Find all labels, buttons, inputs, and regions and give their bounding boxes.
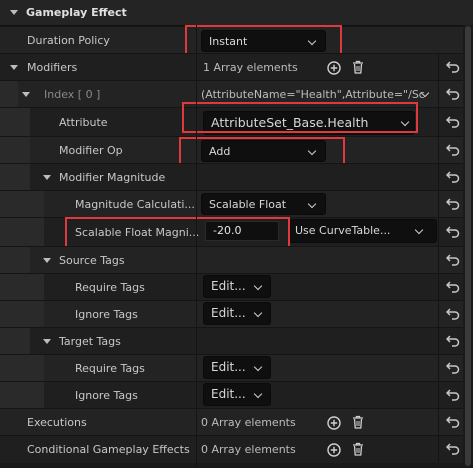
indent-guide: [0, 274, 44, 301]
source-require-label: Require Tags: [75, 281, 145, 294]
add-element-icon[interactable]: [327, 443, 341, 457]
source-tags-row: Source Tags: [0, 246, 463, 274]
target-ignore-label: Ignore Tags: [75, 389, 138, 402]
section-title: Gameplay Effect: [26, 6, 127, 19]
reset-column-divider: [438, 53, 439, 462]
index-label: Index [ 0 ]: [44, 88, 101, 101]
target-tags-label: Target Tags: [59, 335, 121, 348]
curve-table-dropdown[interactable]: Use CurveTable...: [289, 219, 437, 243]
reset-arrow-icon[interactable]: [446, 254, 460, 266]
modifier-magnitude-row: Modifier Magnitude: [0, 163, 463, 191]
add-element-icon[interactable]: [327, 61, 341, 75]
reset-arrow-icon[interactable]: [446, 88, 460, 100]
source-ignore-label: Ignore Tags: [75, 308, 138, 321]
indent-guide: [0, 218, 44, 247]
modifiers-row: Modifiers 1 Array elements: [0, 53, 463, 81]
source-tags-label: Source Tags: [59, 254, 125, 267]
source-require-edit-label: Edit...: [211, 279, 246, 293]
executions-count: 0 Array elements: [201, 416, 296, 429]
indent-guide: [0, 355, 44, 382]
collapse-arrow-icon[interactable]: [10, 10, 18, 15]
highlight-scalable-float: [65, 217, 290, 249]
source-ignore-edit-button[interactable]: Edit...: [203, 302, 271, 325]
chevron-down-icon: [253, 308, 263, 318]
indent-guide: [0, 191, 44, 218]
index-value: (AttributeName="Health",Attribute="/Sc: [201, 88, 425, 101]
conditional-count: 0 Array elements: [201, 443, 296, 456]
source-require-edit-button[interactable]: Edit...: [203, 275, 271, 298]
modifier-magnitude-label: Modifier Magnitude: [59, 171, 166, 184]
executions-row: Executions 0 Array elements: [0, 408, 463, 436]
reset-arrow-icon[interactable]: [446, 171, 460, 183]
curve-table-value: Use CurveTable...: [295, 224, 391, 237]
reset-arrow-icon[interactable]: [446, 362, 460, 374]
conditional-label: Conditional Gameplay Effects: [27, 443, 190, 456]
reset-arrow-icon[interactable]: [446, 443, 460, 455]
reset-arrow-icon[interactable]: [446, 416, 460, 428]
reset-arrow-icon[interactable]: [446, 116, 460, 128]
collapse-arrow-icon[interactable]: [43, 339, 51, 344]
chevron-down-icon: [253, 281, 263, 291]
indent-guide: [0, 108, 30, 137]
duration-policy-label: Duration Policy: [27, 34, 110, 47]
indent-guide: [0, 382, 44, 409]
attribute-label: Attribute: [59, 116, 108, 129]
reset-arrow-icon[interactable]: [446, 226, 460, 238]
chevron-down-icon: [307, 199, 317, 209]
modifiers-label: Modifiers: [27, 61, 78, 74]
column-divider[interactable]: [196, 25, 197, 468]
modifier-op-label: Modifier Op: [59, 144, 123, 157]
indent-guide: [0, 81, 18, 108]
reset-arrow-icon[interactable]: [446, 308, 460, 320]
modifiers-count: 1 Array elements: [203, 61, 298, 74]
scrollbar-thumb[interactable]: [465, 26, 471, 466]
target-ignore-edit-button[interactable]: Edit...: [203, 383, 271, 406]
section-header[interactable]: Gameplay Effect: [0, 0, 473, 26]
magnitude-calc-dropdown[interactable]: Scalable Float: [201, 193, 326, 215]
add-element-icon[interactable]: [327, 416, 341, 430]
target-require-edit-button[interactable]: Edit...: [203, 356, 271, 379]
chevron-down-icon: [253, 389, 263, 399]
executions-label: Executions: [27, 416, 87, 429]
target-require-edit-label: Edit...: [211, 360, 246, 374]
highlight-attribute: [182, 102, 418, 133]
collapse-arrow-icon[interactable]: [22, 92, 30, 97]
reset-arrow-icon[interactable]: [446, 389, 460, 401]
reset-arrow-icon[interactable]: [446, 61, 460, 73]
reset-arrow-icon[interactable]: [446, 144, 460, 156]
target-require-label: Require Tags: [75, 362, 145, 375]
indent-guide: [0, 247, 30, 274]
indent-guide: [0, 137, 30, 164]
target-ignore-edit-label: Edit...: [211, 387, 246, 401]
indent-guide: [0, 301, 44, 328]
trash-icon[interactable]: [352, 60, 364, 74]
reset-arrow-icon[interactable]: [446, 198, 460, 210]
chevron-down-icon: [414, 225, 424, 235]
collapse-arrow-icon[interactable]: [10, 65, 18, 70]
target-tags-row: Target Tags: [0, 327, 463, 355]
chevron-down-icon: [253, 362, 263, 372]
collapse-arrow-icon[interactable]: [43, 175, 51, 180]
magnitude-calc-value: Scalable Float: [209, 198, 287, 211]
trash-icon[interactable]: [352, 415, 364, 429]
reset-arrow-icon[interactable]: [446, 281, 460, 293]
conditional-row: Conditional Gameplay Effects 0 Array ele…: [0, 435, 463, 463]
magnitude-calc-label: Magnitude Calculati...: [75, 198, 195, 211]
indent-guide: [0, 164, 30, 191]
reset-arrow-icon[interactable]: [446, 335, 460, 347]
source-ignore-edit-label: Edit...: [211, 306, 246, 320]
trash-icon[interactable]: [352, 442, 364, 456]
collapse-arrow-icon[interactable]: [43, 258, 51, 263]
indent-guide: [0, 328, 30, 355]
